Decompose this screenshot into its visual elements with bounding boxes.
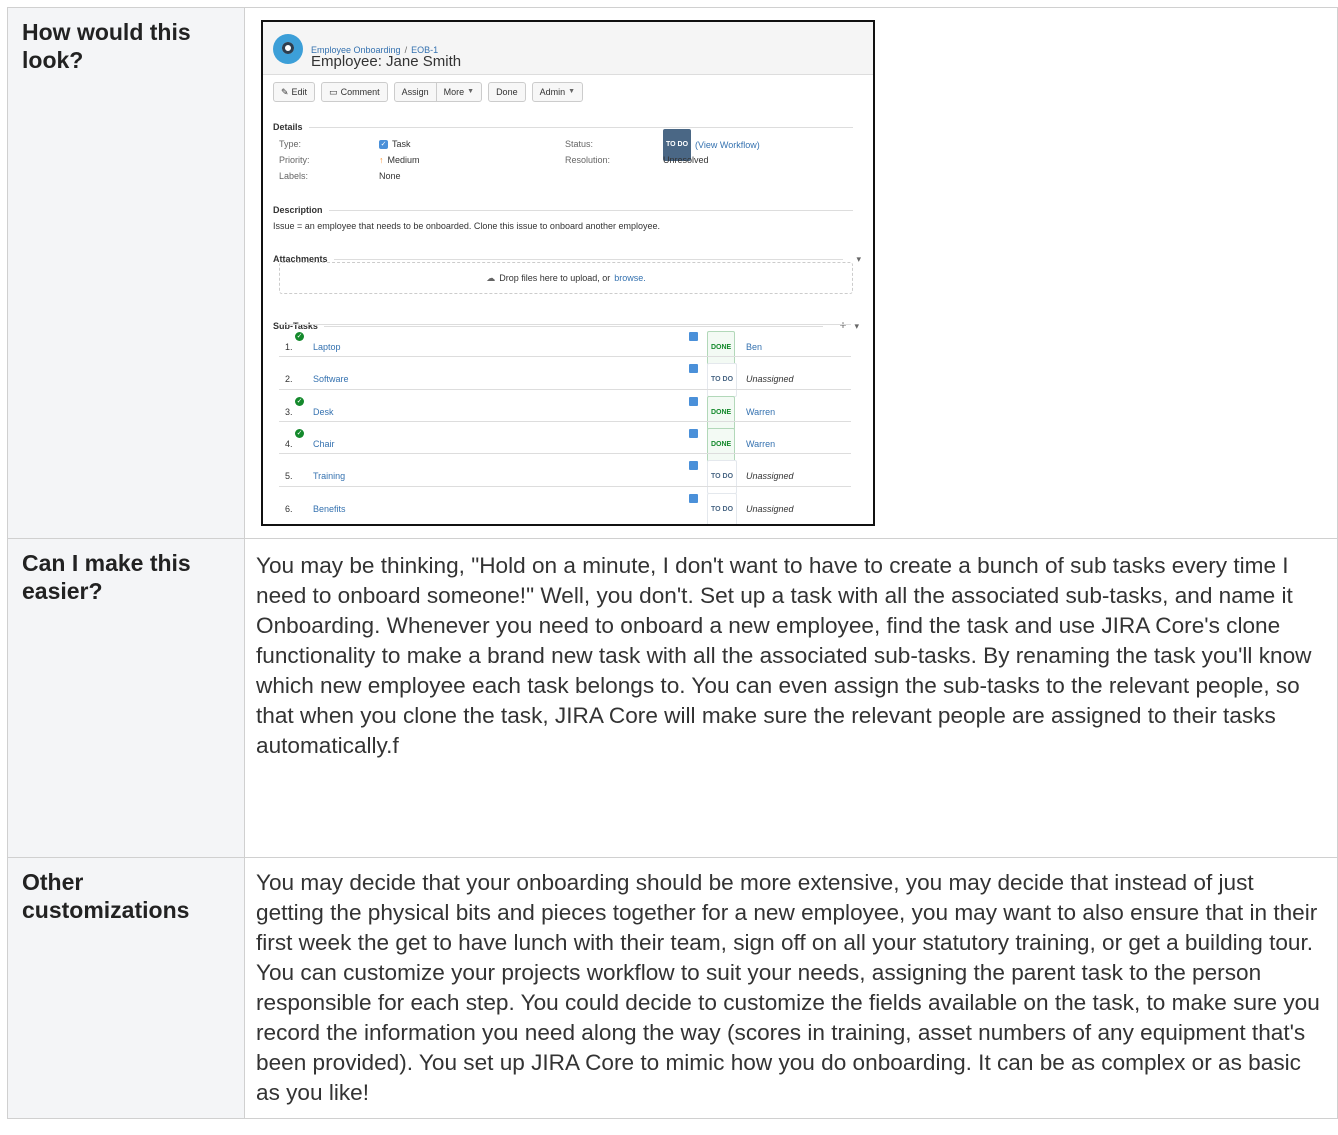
status-badge: TO DO bbox=[707, 492, 738, 524]
cloud-upload-icon: ☁ bbox=[486, 273, 496, 283]
row-body-screenshot: Employee Onboarding / EOB-1 Employee: Jane… bbox=[244, 7, 1338, 539]
issue-toolbar: ✎ Edit ▭ Comment Assign More ▼ Done Admin ▼ bbox=[273, 82, 584, 102]
resolution-label: Resolution: bbox=[565, 155, 611, 165]
assign-button[interactable]: Assign bbox=[393, 82, 437, 102]
labels-value: None bbox=[379, 171, 401, 181]
issue-header: Employee Onboarding / EOB-1 Employee: Jane… bbox=[263, 22, 873, 75]
browse-link[interactable]: browse. bbox=[614, 263, 646, 293]
labels-label: Labels: bbox=[279, 171, 309, 181]
chevron-down-icon[interactable]: ▾ bbox=[854, 321, 859, 331]
row-header-how-would-this-look: How would this look? bbox=[7, 7, 245, 539]
comment-button[interactable]: ▭ Comment bbox=[321, 82, 388, 102]
admin-button[interactable]: Admin ▼ bbox=[531, 82, 584, 102]
subtask-type-icon bbox=[689, 364, 698, 374]
done-button[interactable]: Done bbox=[488, 82, 526, 102]
description-text: Issue = an employee that needs to be onb… bbox=[273, 221, 661, 231]
resolution-value: Unresolved bbox=[663, 155, 709, 165]
subtask-type-icon bbox=[689, 493, 698, 503]
chevron-down-icon: ▼ bbox=[568, 88, 576, 95]
chevron-down-icon: ▼ bbox=[467, 88, 475, 95]
comment-icon: ▭ bbox=[329, 87, 338, 97]
subtask-type-icon bbox=[689, 461, 698, 471]
issue-title: Employee: Jane Smith bbox=[311, 53, 462, 70]
subtask-number: 6. bbox=[285, 503, 293, 514]
drop-text: Drop files here to upload, or bbox=[499, 273, 611, 283]
subtask-row[interactable]: 3. ✓ Desk DONE Warren bbox=[279, 388, 851, 430]
row-body-easier: You may be thinking, "Hold on a minute, … bbox=[244, 538, 1338, 858]
subtask-row[interactable]: 5. Training TO DO Unassigned bbox=[279, 453, 851, 495]
project-avatar-icon bbox=[273, 34, 303, 64]
edit-button[interactable]: ✎ Edit bbox=[273, 82, 316, 102]
check-circle-icon: ✓ bbox=[295, 332, 304, 341]
content-table: How would this look? Employee Onboarding… bbox=[7, 7, 1338, 1119]
chevron-down-icon[interactable]: ▾ bbox=[856, 244, 861, 274]
subtask-assignee: Unassigned bbox=[746, 503, 794, 514]
subtask-link[interactable]: Benefits bbox=[313, 494, 346, 524]
row-body-customizations: You may decide that your onboarding shou… bbox=[244, 857, 1338, 1119]
pencil-icon: ✎ bbox=[281, 87, 289, 97]
subtask-type-icon bbox=[689, 332, 698, 341]
row-header-other-customizations: Other customizations bbox=[7, 857, 245, 1119]
more-button[interactable]: More ▼ bbox=[436, 82, 483, 102]
subtask-row[interactable]: 4. ✓ Chair DONE Warren bbox=[279, 420, 851, 462]
row-header-can-i-make-this-easier: Can I make this easier? bbox=[7, 538, 245, 858]
details-heading: Details bbox=[273, 112, 853, 142]
check-circle-icon: ✓ bbox=[295, 428, 304, 438]
assign-more-group: Assign More ▼ bbox=[393, 82, 483, 102]
subtask-type-icon bbox=[689, 428, 698, 438]
attachment-dropzone[interactable]: ☁ Drop files here to upload, or browse. bbox=[279, 262, 853, 294]
subtask-row[interactable]: 2. Software TO DO Unassigned bbox=[279, 356, 851, 398]
subtask-row[interactable]: 6. Benefits TO DO Unassigned bbox=[279, 485, 851, 524]
check-circle-icon: ✓ bbox=[295, 396, 304, 406]
subtask-row[interactable]: 1. ✓ Laptop DONE Ben bbox=[279, 324, 851, 365]
subtask-type-icon bbox=[689, 396, 698, 406]
jira-issue-screenshot: Employee Onboarding / EOB-1 Employee: Jane… bbox=[261, 20, 875, 526]
